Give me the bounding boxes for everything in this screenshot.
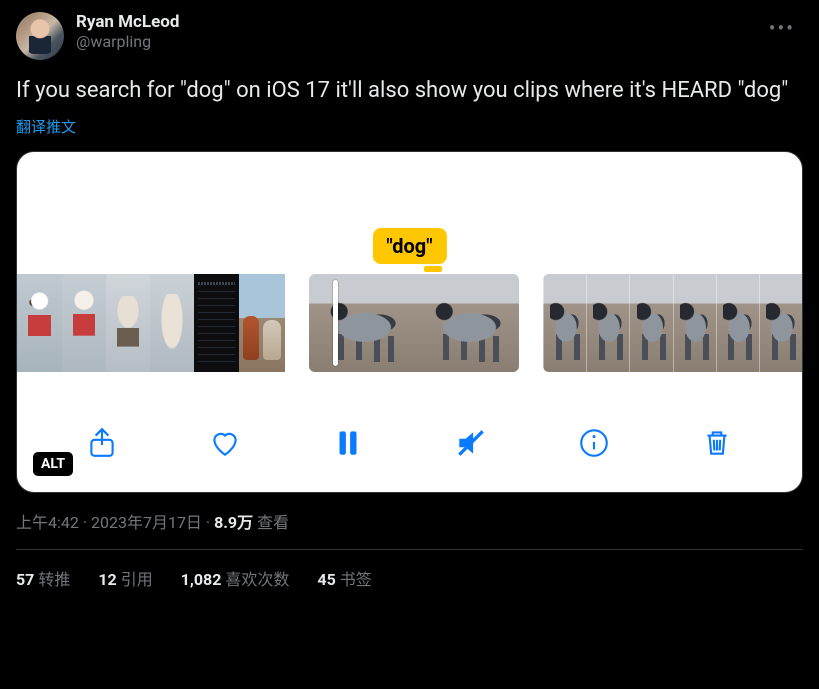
views-label: 查看 xyxy=(257,513,289,532)
caption-bubble: "dog" xyxy=(372,228,446,264)
speaker-muted-icon xyxy=(454,426,488,460)
tweet-text: If you search for "dog" on iOS 17 it'll … xyxy=(16,76,803,106)
avatar[interactable] xyxy=(16,12,64,60)
thumbnail[interactable] xyxy=(106,274,150,372)
thumbnail[interactable] xyxy=(414,274,519,372)
tweet-meta: 上午4:42 · 2023年7月17日 · 8.9万 查看 xyxy=(16,509,803,533)
more-icon: ••• xyxy=(769,16,795,40)
bookmarks-count: 45 xyxy=(317,570,335,589)
thumbnail[interactable] xyxy=(17,274,62,372)
likes-label: 喜欢次数 xyxy=(225,570,289,589)
share-icon xyxy=(85,426,119,460)
info-icon xyxy=(577,426,611,460)
media-card[interactable]: "dog" xyxy=(16,151,803,493)
retweets-count: 57 xyxy=(16,570,34,589)
playhead-marker xyxy=(424,266,442,272)
tweet-container: Ryan McLeod @warpling ••• If you search … xyxy=(0,0,819,590)
pause-button[interactable] xyxy=(328,423,368,463)
thumbnail[interactable] xyxy=(194,274,239,372)
retweets-label: 转推 xyxy=(38,570,70,589)
share-button[interactable] xyxy=(82,423,122,463)
thumbnail[interactable] xyxy=(150,274,194,372)
info-button[interactable] xyxy=(574,423,614,463)
thumbnail[interactable] xyxy=(716,274,759,372)
trash-icon xyxy=(700,426,734,460)
quotes-count: 12 xyxy=(98,570,116,589)
delete-button[interactable] xyxy=(697,423,737,463)
views-count: 8.9万 xyxy=(214,513,253,532)
quotes-stat[interactable]: 12 引用 xyxy=(98,566,152,590)
tweet-stats: 57转推 12 引用 1,082喜欢次数 45 书签 xyxy=(16,550,803,590)
thumbnail[interactable] xyxy=(309,274,414,372)
tweet-date[interactable]: 2023年7月17日 xyxy=(91,513,202,532)
clip-group-1[interactable] xyxy=(17,274,285,372)
clip-group-3[interactable] xyxy=(543,274,802,372)
thumbnail[interactable] xyxy=(586,274,629,372)
translate-link[interactable]: 翻译推文 xyxy=(16,116,76,137)
user-info[interactable]: Ryan McLeod @warpling xyxy=(76,12,749,51)
mute-button[interactable] xyxy=(451,423,491,463)
thumbnail[interactable] xyxy=(673,274,716,372)
likes-stat[interactable]: 1,082喜欢次数 xyxy=(181,566,290,590)
handle: @warpling xyxy=(76,32,749,51)
clip-group-2[interactable] xyxy=(309,274,519,372)
pause-icon xyxy=(331,426,365,460)
display-name: Ryan McLeod xyxy=(76,12,749,32)
retweets-stat[interactable]: 57转推 xyxy=(16,566,70,590)
bookmarks-stat[interactable]: 45 书签 xyxy=(317,566,371,590)
tweet-time[interactable]: 上午4:42 xyxy=(16,513,79,532)
thumbnail[interactable] xyxy=(62,274,106,372)
thumbnail[interactable] xyxy=(759,274,802,372)
video-timeline[interactable] xyxy=(17,274,802,372)
thumbnail[interactable] xyxy=(629,274,672,372)
likes-count: 1,082 xyxy=(181,570,222,589)
heart-icon xyxy=(208,426,242,460)
media-toolbar xyxy=(17,400,802,492)
quotes-label: 引用 xyxy=(121,570,153,589)
thumbnail[interactable] xyxy=(239,274,285,372)
thumbnail[interactable] xyxy=(543,274,586,372)
scrubber-handle[interactable] xyxy=(333,280,338,366)
bookmarks-label: 书签 xyxy=(340,570,372,589)
like-button[interactable] xyxy=(205,423,245,463)
more-options-button[interactable]: ••• xyxy=(761,12,803,44)
alt-badge[interactable]: ALT xyxy=(33,452,73,476)
tweet-header: Ryan McLeod @warpling ••• xyxy=(16,12,803,60)
